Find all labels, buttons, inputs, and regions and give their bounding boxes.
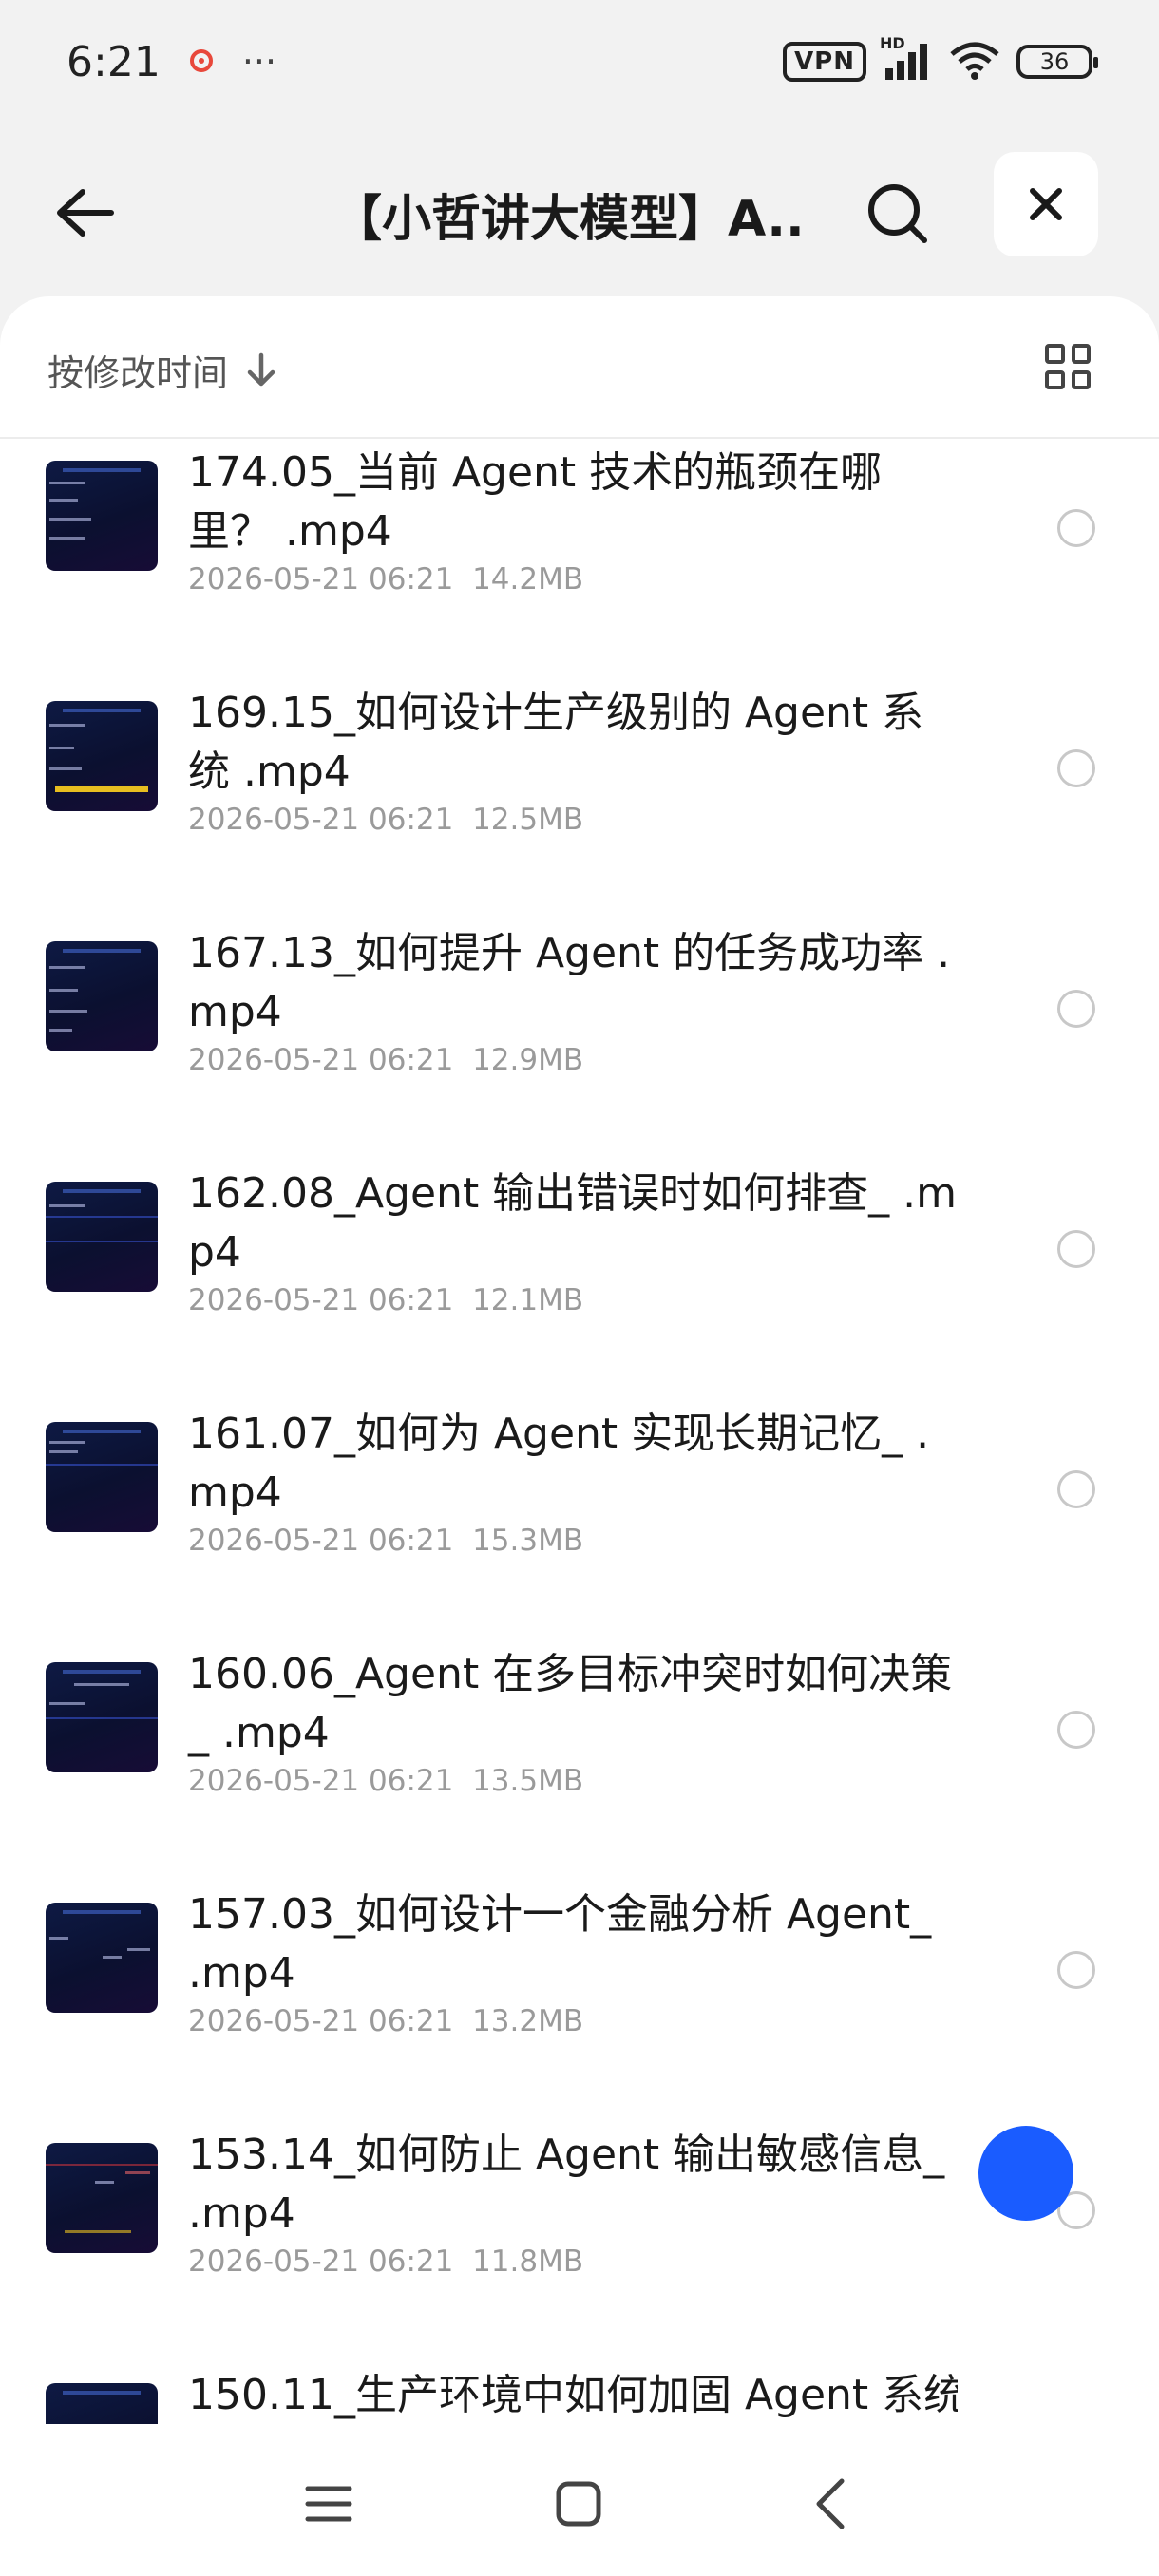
menu-icon [305, 2486, 352, 2522]
select-radio[interactable] [1057, 1711, 1095, 1749]
arrow-left-icon [57, 189, 114, 237]
video-thumbnail [46, 1662, 158, 1772]
file-date: 2026-05-21 06:21 [188, 803, 454, 837]
file-meta: 2026-05-21 06:21 12.1MB [188, 1283, 583, 1317]
sort-label: 按修改时间 [48, 352, 229, 394]
file-list: 174.05_当前 Agent 技术的瓶颈在哪里？ .mp4 2026-05-2… [0, 439, 1159, 2424]
file-meta: 2026-05-21 06:21 14.2MB [188, 562, 583, 597]
more-notifications-indicator: ··· [241, 41, 277, 83]
file-date: 2026-05-21 06:21 [188, 1043, 454, 1077]
network-type-label: HD [880, 34, 905, 52]
back-nav-button[interactable] [792, 2466, 868, 2542]
video-thumbnail [46, 1903, 158, 2013]
file-meta: 2026-05-21 06:21 13.2MB [188, 2004, 583, 2038]
sort-row: 按修改时间 [0, 296, 1159, 439]
list-item[interactable]: 150.11_生产环境中如何加固 Agent 系统 [0, 2361, 1159, 2424]
select-radio[interactable] [1057, 990, 1095, 1028]
file-name: 162.08_Agent 输出错误时如何排查_ .mp4 [188, 1169, 958, 1277]
search-button[interactable] [855, 171, 940, 256]
notification-app-icon [187, 46, 216, 78]
close-button[interactable] [994, 152, 1098, 256]
file-name: 174.05_当前 Agent 技术的瓶颈在哪里？ .mp4 [188, 448, 883, 556]
file-size: 14.2MB [472, 562, 584, 597]
video-thumbnail [46, 1182, 158, 1292]
grid-view-toggle[interactable] [1045, 344, 1091, 389]
file-date: 2026-05-21 06:21 [188, 2004, 454, 2038]
file-date: 2026-05-21 06:21 [188, 1283, 454, 1317]
sort-by-modified-time-button[interactable]: 按修改时间 [48, 344, 277, 396]
file-name: 153.14_如何防止 Agent 输出敏感信息_ .mp4 [188, 2131, 945, 2238]
list-item[interactable]: 174.05_当前 Agent 技术的瓶颈在哪里？ .mp4 2026-05-2… [0, 439, 1159, 679]
close-icon [1030, 188, 1062, 220]
search-icon [868, 184, 927, 243]
page-title: 【小哲讲大模型】A... [332, 191, 808, 248]
file-size: 15.3MB [472, 1524, 584, 1558]
status-bar: 6:21 ··· VPN HD 36 [0, 0, 1159, 123]
file-date: 2026-05-21 06:21 [188, 2245, 454, 2279]
file-date: 2026-05-21 06:21 [188, 1764, 454, 1798]
file-name: 161.07_如何为 Agent 实现长期记忆_ .mp4 [188, 1410, 930, 1517]
home-button[interactable] [541, 2466, 617, 2542]
file-name: 150.11_生产环境中如何加固 Agent 系统 [188, 2371, 958, 2419]
file-meta: 2026-05-21 06:21 12.9MB [188, 1043, 583, 1077]
file-size: 12.5MB [472, 803, 584, 837]
list-item[interactable]: 169.15_如何设计生产级别的 Agent 系统 .mp4 2026-05-2… [0, 679, 1159, 919]
file-size: 12.1MB [472, 1283, 584, 1317]
file-name: 160.06_Agent 在多目标冲突时如何决策_ .mp4 [188, 1650, 953, 1757]
file-meta: 2026-05-21 06:21 11.8MB [188, 2245, 583, 2279]
list-item[interactable]: 162.08_Agent 输出错误时如何排查_ .mp4 2026-05-21 … [0, 1160, 1159, 1400]
file-name: 169.15_如何设计生产级别的 Agent 系统 .mp4 [188, 689, 924, 796]
file-list-panel: 按修改时间 174.05_当前 Agent 技术的瓶颈在哪里？ .mp4 202… [0, 296, 1159, 2424]
video-thumbnail [46, 701, 158, 811]
header: 【小哲讲大模型】A... [0, 142, 1159, 275]
list-item[interactable]: 161.07_如何为 Agent 实现长期记忆_ .mp4 2026-05-21… [0, 1400, 1159, 1640]
select-radio[interactable] [1057, 1230, 1095, 1268]
video-thumbnail [46, 2143, 158, 2253]
battery-icon: 36 [1016, 45, 1098, 79]
file-name: 167.13_如何提升 Agent 的任务成功率 .mp4 [188, 929, 951, 1036]
file-size: 12.9MB [472, 1043, 584, 1077]
status-time: 6:21 [66, 37, 161, 86]
file-size: 13.5MB [472, 1764, 584, 1798]
home-square-icon [556, 2481, 601, 2527]
video-thumbnail [46, 941, 158, 1051]
arrow-down-icon [247, 352, 276, 386]
file-size: 11.8MB [472, 2245, 584, 2279]
video-thumbnail [46, 1422, 158, 1532]
video-thumbnail [46, 2383, 158, 2424]
floating-action-button[interactable] [978, 2126, 1074, 2221]
video-thumbnail [46, 461, 158, 571]
wifi-icon [948, 39, 1001, 85]
menu-button[interactable] [291, 2466, 367, 2542]
file-meta: 2026-05-21 06:21 15.3MB [188, 1524, 583, 1558]
list-item[interactable]: 157.03_如何设计一个金融分析 Agent_ .mp4 2026-05-21… [0, 1881, 1159, 2121]
select-radio[interactable] [1057, 509, 1095, 547]
file-size: 13.2MB [472, 2004, 584, 2038]
select-radio[interactable] [1057, 1470, 1095, 1508]
back-button[interactable] [46, 175, 122, 251]
file-name: 157.03_如何设计一个金融分析 Agent_ .mp4 [188, 1890, 932, 1998]
file-date: 2026-05-21 06:21 [188, 1524, 454, 1558]
file-meta: 2026-05-21 06:21 12.5MB [188, 803, 583, 837]
select-radio[interactable] [1057, 749, 1095, 787]
chevron-left-icon [816, 2478, 845, 2529]
file-meta: 2026-05-21 06:21 13.5MB [188, 1764, 583, 1798]
select-radio[interactable] [1057, 1951, 1095, 1989]
grid-icon [1045, 344, 1065, 364]
vpn-icon: VPN [783, 42, 866, 82]
signal-icon: HD [880, 34, 933, 82]
file-date: 2026-05-21 06:21 [188, 562, 454, 597]
list-item[interactable]: 160.06_Agent 在多目标冲突时如何决策_ .mp4 2026-05-2… [0, 1640, 1159, 1881]
system-navigation-bar [0, 2424, 1159, 2576]
list-item[interactable]: 167.13_如何提升 Agent 的任务成功率 .mp4 2026-05-21… [0, 919, 1159, 1160]
